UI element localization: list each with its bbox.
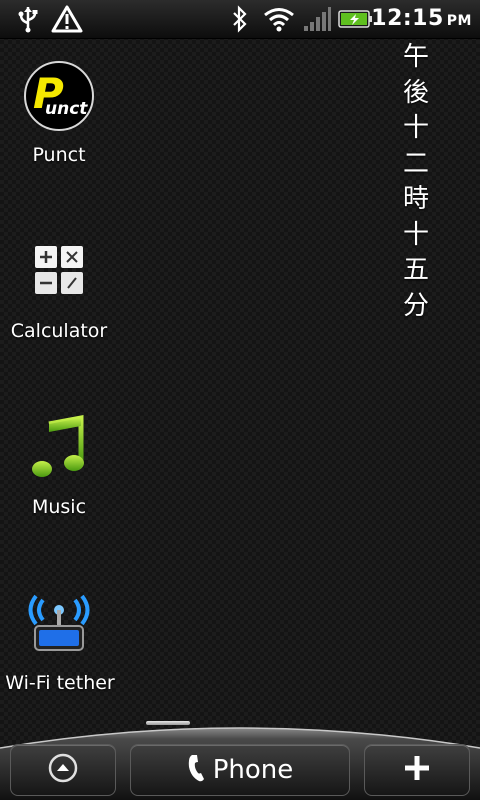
vertical-kanji-clock[interactable]: 午 後 十 二 時 十 五 分: [398, 40, 434, 324]
app-drawer-button[interactable]: [10, 744, 116, 796]
status-bar: 12:15 PM: [0, 0, 480, 39]
music-note-icon: [23, 412, 95, 484]
phone-button[interactable]: Phone: [130, 744, 350, 796]
clock-char: 後: [402, 77, 429, 108]
clock-char: 五: [402, 255, 429, 285]
punct-icon: P unct: [23, 60, 95, 132]
app-label: Punct: [32, 144, 86, 166]
clock-char: 分: [402, 290, 429, 321]
phone-label: Phone: [212, 755, 294, 785]
clock-char: 十: [402, 219, 429, 250]
dock: Phone: [0, 718, 480, 800]
clock-char: 十: [402, 113, 429, 143]
bluetooth-icon: [228, 4, 252, 34]
clock-char: 午: [402, 42, 429, 72]
add-button[interactable]: [364, 744, 470, 796]
clock-char: 時: [402, 184, 429, 214]
clock-ampm: PM: [446, 13, 472, 29]
app-label: Music: [31, 496, 87, 518]
clock-char: 二: [402, 148, 429, 179]
warning-icon: [50, 4, 84, 34]
clock-time: 12:15: [371, 6, 444, 31]
phone-handset-icon: [187, 753, 209, 787]
usb-icon: [14, 4, 42, 34]
app-calculator[interactable]: Calculator: [0, 236, 118, 342]
status-clock: 12:15 PM: [371, 6, 472, 31]
dock-handle[interactable]: [146, 721, 190, 725]
wifi-icon: [262, 4, 296, 34]
battery-charging-icon: [338, 4, 374, 34]
app-label: Calculator: [10, 320, 108, 342]
app-music[interactable]: Music: [0, 412, 118, 518]
app-punct[interactable]: P unct Punct: [0, 60, 118, 166]
app-wifi-tether[interactable]: Wi-Fi tether: [0, 588, 118, 694]
app-label: Wi-Fi tether: [5, 672, 115, 694]
plus-icon: [402, 753, 432, 787]
signal-icon: [302, 4, 332, 34]
up-arrow-icon: [48, 753, 78, 787]
calculator-icon: [23, 236, 95, 308]
svg-text:unct: unct: [45, 99, 88, 119]
wifi-tether-icon: [23, 588, 95, 660]
